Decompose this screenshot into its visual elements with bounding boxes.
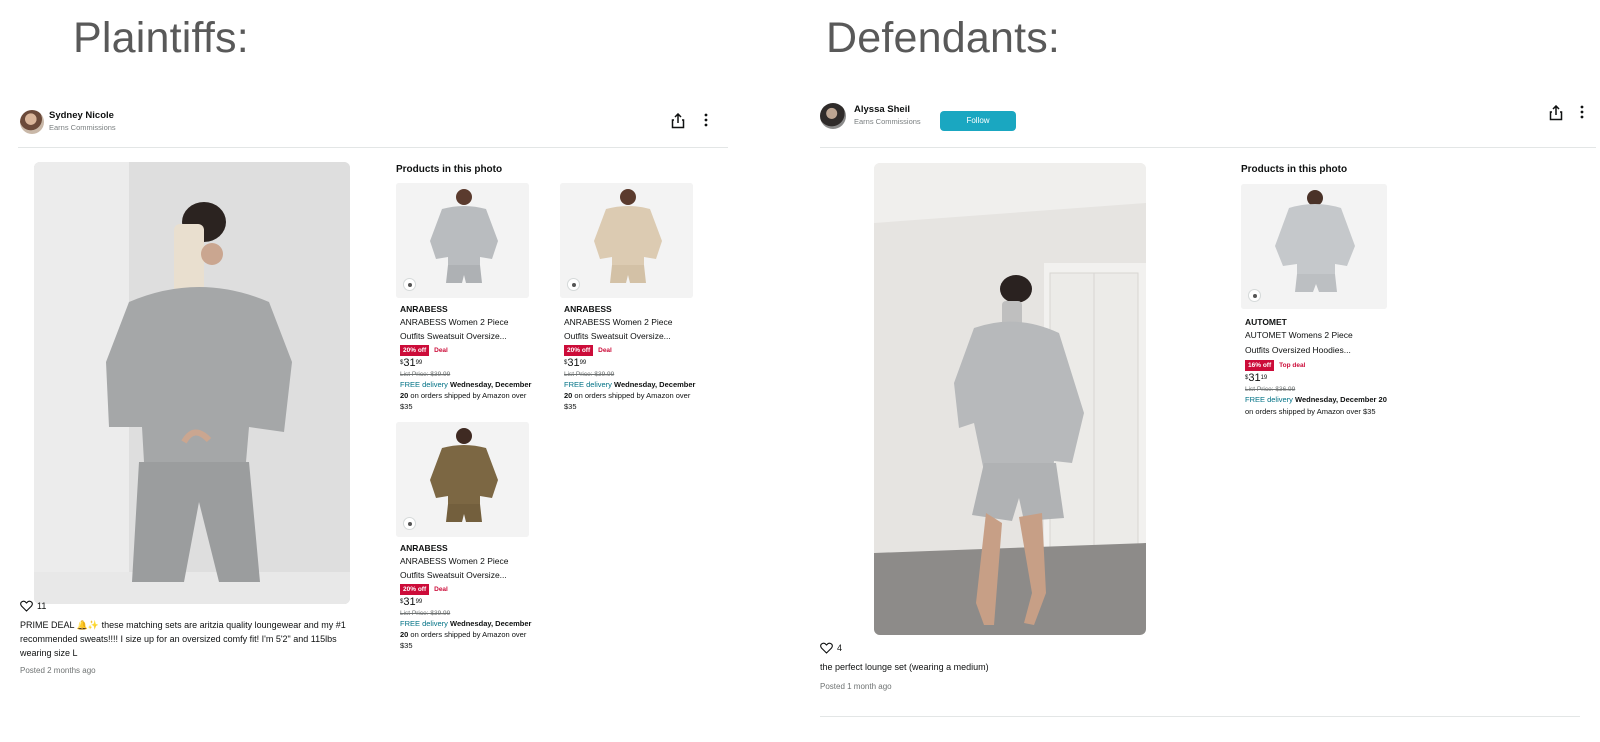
discount-badge: 16% off bbox=[1245, 359, 1275, 371]
avatar[interactable] bbox=[20, 110, 44, 134]
product-price: $3199 bbox=[564, 357, 587, 369]
product-name[interactable]: ANRABESS Women 2 Piece Outfits Sweatsuit … bbox=[400, 315, 535, 343]
product-brand: ANRABESS bbox=[400, 543, 448, 553]
product-brand: ANRABESS bbox=[400, 304, 448, 314]
list-price: List Price: $36.99 bbox=[1245, 386, 1296, 393]
product-price: $3119 bbox=[1245, 372, 1268, 384]
list-price: List Price: $39.99 bbox=[400, 371, 451, 378]
more-options-icon[interactable] bbox=[698, 113, 714, 131]
follow-button[interactable]: Follow bbox=[940, 111, 1016, 131]
like-count[interactable]: 11 bbox=[20, 600, 46, 612]
list-price: List Price: $39.99 bbox=[564, 371, 615, 378]
plaintiff-post: Sydney Nicole Earns Commissions Products… bbox=[18, 100, 728, 700]
product-brand: AUTOMET bbox=[1245, 317, 1287, 327]
author-name[interactable]: Alyssa Sheil bbox=[854, 104, 910, 115]
posted-time: Posted 2 months ago bbox=[20, 666, 96, 675]
more-options-icon[interactable] bbox=[1574, 105, 1590, 123]
product-image[interactable] bbox=[1241, 184, 1387, 309]
delivery-info: FREE delivery Wednesday, December 20 on … bbox=[400, 619, 532, 650]
product-image[interactable] bbox=[560, 183, 693, 298]
like-count[interactable]: 4 bbox=[820, 642, 842, 654]
post-photo[interactable] bbox=[874, 163, 1146, 635]
delivery-info: FREE delivery Wednesday, December 20 on … bbox=[1245, 395, 1387, 416]
products-heading: Products in this photo bbox=[1241, 164, 1348, 175]
author-name[interactable]: Sydney Nicole bbox=[49, 110, 114, 121]
post-header: Alyssa Sheil Earns Commissions Follow bbox=[820, 100, 1596, 148]
product-price: $3199 bbox=[400, 596, 423, 608]
post-caption: the perfect lounge set (wearing a medium… bbox=[820, 662, 989, 672]
heart-icon[interactable] bbox=[820, 642, 833, 654]
delivery-info: FREE delivery Wednesday, December 20 on … bbox=[400, 380, 532, 411]
eye-icon[interactable] bbox=[1248, 289, 1261, 302]
defendant-post: Alyssa Sheil Earns Commissions Follow Pr… bbox=[820, 100, 1596, 720]
section-title-plaintiffs: Plaintiffs: bbox=[73, 14, 249, 62]
product-brand: ANRABESS bbox=[564, 304, 612, 314]
product-image[interactable] bbox=[396, 183, 529, 298]
section-title-defendants: Defendants: bbox=[826, 14, 1061, 62]
share-icon[interactable] bbox=[1548, 104, 1564, 123]
deal-label: Deal bbox=[434, 346, 448, 354]
earns-commissions-label: Earns Commissions bbox=[854, 117, 921, 126]
product-name[interactable]: AUTOMET Womens 2 Piece Outfits Oversized … bbox=[1245, 328, 1395, 358]
product-name[interactable]: ANRABESS Women 2 Piece Outfits Sweatsuit … bbox=[400, 554, 535, 582]
divider bbox=[820, 716, 1580, 717]
discount-badge: 20% off bbox=[400, 344, 430, 356]
eye-icon[interactable] bbox=[403, 517, 416, 530]
deal-label: Deal bbox=[434, 585, 448, 593]
discount-badge: 20% off bbox=[400, 583, 430, 595]
avatar[interactable] bbox=[820, 103, 846, 129]
product-image[interactable] bbox=[396, 422, 529, 537]
post-caption: PRIME DEAL 🔔✨ these matching sets are ar… bbox=[20, 620, 346, 658]
share-icon[interactable] bbox=[670, 112, 686, 131]
product-name[interactable]: ANRABESS Women 2 Piece Outfits Sweatsuit … bbox=[564, 315, 699, 343]
posted-time: Posted 1 month ago bbox=[820, 682, 892, 691]
eye-icon[interactable] bbox=[403, 278, 416, 291]
eye-icon[interactable] bbox=[567, 278, 580, 291]
delivery-info: FREE delivery Wednesday, December 20 on … bbox=[564, 380, 696, 411]
heart-icon[interactable] bbox=[20, 600, 33, 612]
post-photo[interactable] bbox=[34, 162, 350, 604]
list-price: List Price: $39.99 bbox=[400, 610, 451, 617]
deal-label: Deal bbox=[598, 346, 612, 354]
products-heading: Products in this photo bbox=[396, 164, 503, 175]
deal-label: Top deal bbox=[1279, 361, 1306, 369]
earns-commissions-label: Earns Commissions bbox=[49, 123, 116, 132]
post-header: Sydney Nicole Earns Commissions bbox=[18, 100, 728, 148]
product-price: $3199 bbox=[400, 357, 423, 369]
discount-badge: 20% off bbox=[564, 344, 594, 356]
